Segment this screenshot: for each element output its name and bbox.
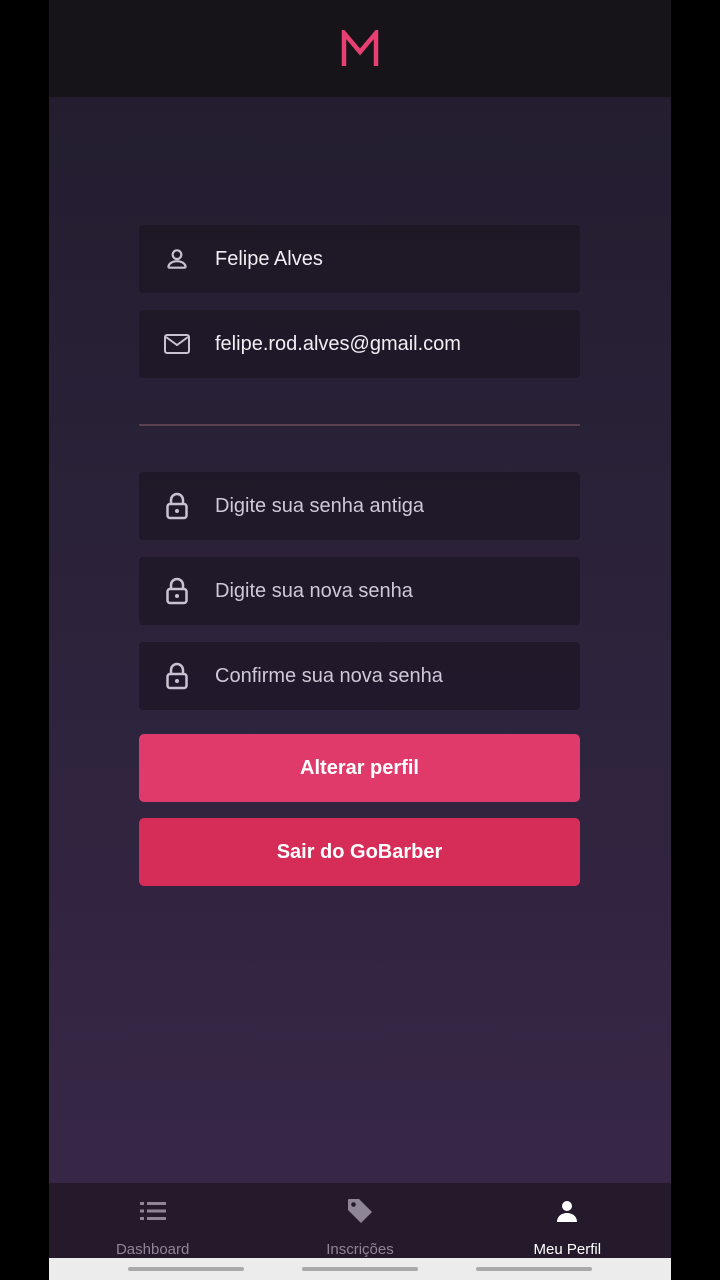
tab-meu-perfil[interactable]: Meu Perfil [464, 1183, 671, 1258]
tab-inscricoes-label: Inscrições [326, 1241, 394, 1258]
confirm-password-field[interactable]: Confirme sua nova senha [139, 642, 580, 710]
nav-handle [128, 1267, 244, 1271]
new-password-placeholder: Digite sua nova senha [215, 579, 413, 602]
nav-handle [476, 1267, 592, 1271]
tab-dashboard[interactable]: Dashboard [49, 1183, 256, 1258]
user-icon [163, 245, 191, 273]
tab-dashboard-label: Dashboard [115, 1241, 190, 1258]
tab-inscricoes[interactable]: Inscrições [256, 1183, 463, 1258]
person-icon [555, 1197, 579, 1225]
email-field[interactable]: felipe.rod.alves@gmail.com [139, 310, 580, 378]
tab-meu-perfil-label: Meu Perfil [533, 1241, 602, 1258]
m-logo-icon [341, 29, 379, 68]
nav-handle [302, 1267, 418, 1271]
profile-screen: Felipe Alves felipe.rod.alves@gmail.com … [49, 0, 671, 1280]
list-icon [139, 1197, 166, 1225]
lock-icon [163, 492, 191, 520]
old-password-field[interactable]: Digite sua senha antiga [139, 472, 580, 540]
app-header [49, 0, 671, 97]
old-password-placeholder: Digite sua senha antiga [215, 494, 425, 517]
name-field[interactable]: Felipe Alves [139, 225, 580, 293]
tag-icon [346, 1197, 374, 1225]
system-nav-bar [49, 1258, 671, 1280]
section-divider [139, 424, 580, 426]
confirm-password-placeholder: Confirme sua nova senha [215, 664, 443, 687]
lock-icon [163, 662, 191, 690]
update-profile-button[interactable]: Alterar perfil [139, 734, 580, 802]
email-value: felipe.rod.alves@gmail.com [215, 332, 461, 355]
lock-icon [163, 577, 191, 605]
mail-icon [163, 330, 191, 358]
bottom-tab-bar: Dashboard Inscrições Meu Perfil [49, 1183, 671, 1258]
new-password-field[interactable]: Digite sua nova senha [139, 557, 580, 625]
logout-button[interactable]: Sair do GoBarber [139, 818, 580, 886]
name-value: Felipe Alves [215, 247, 323, 270]
